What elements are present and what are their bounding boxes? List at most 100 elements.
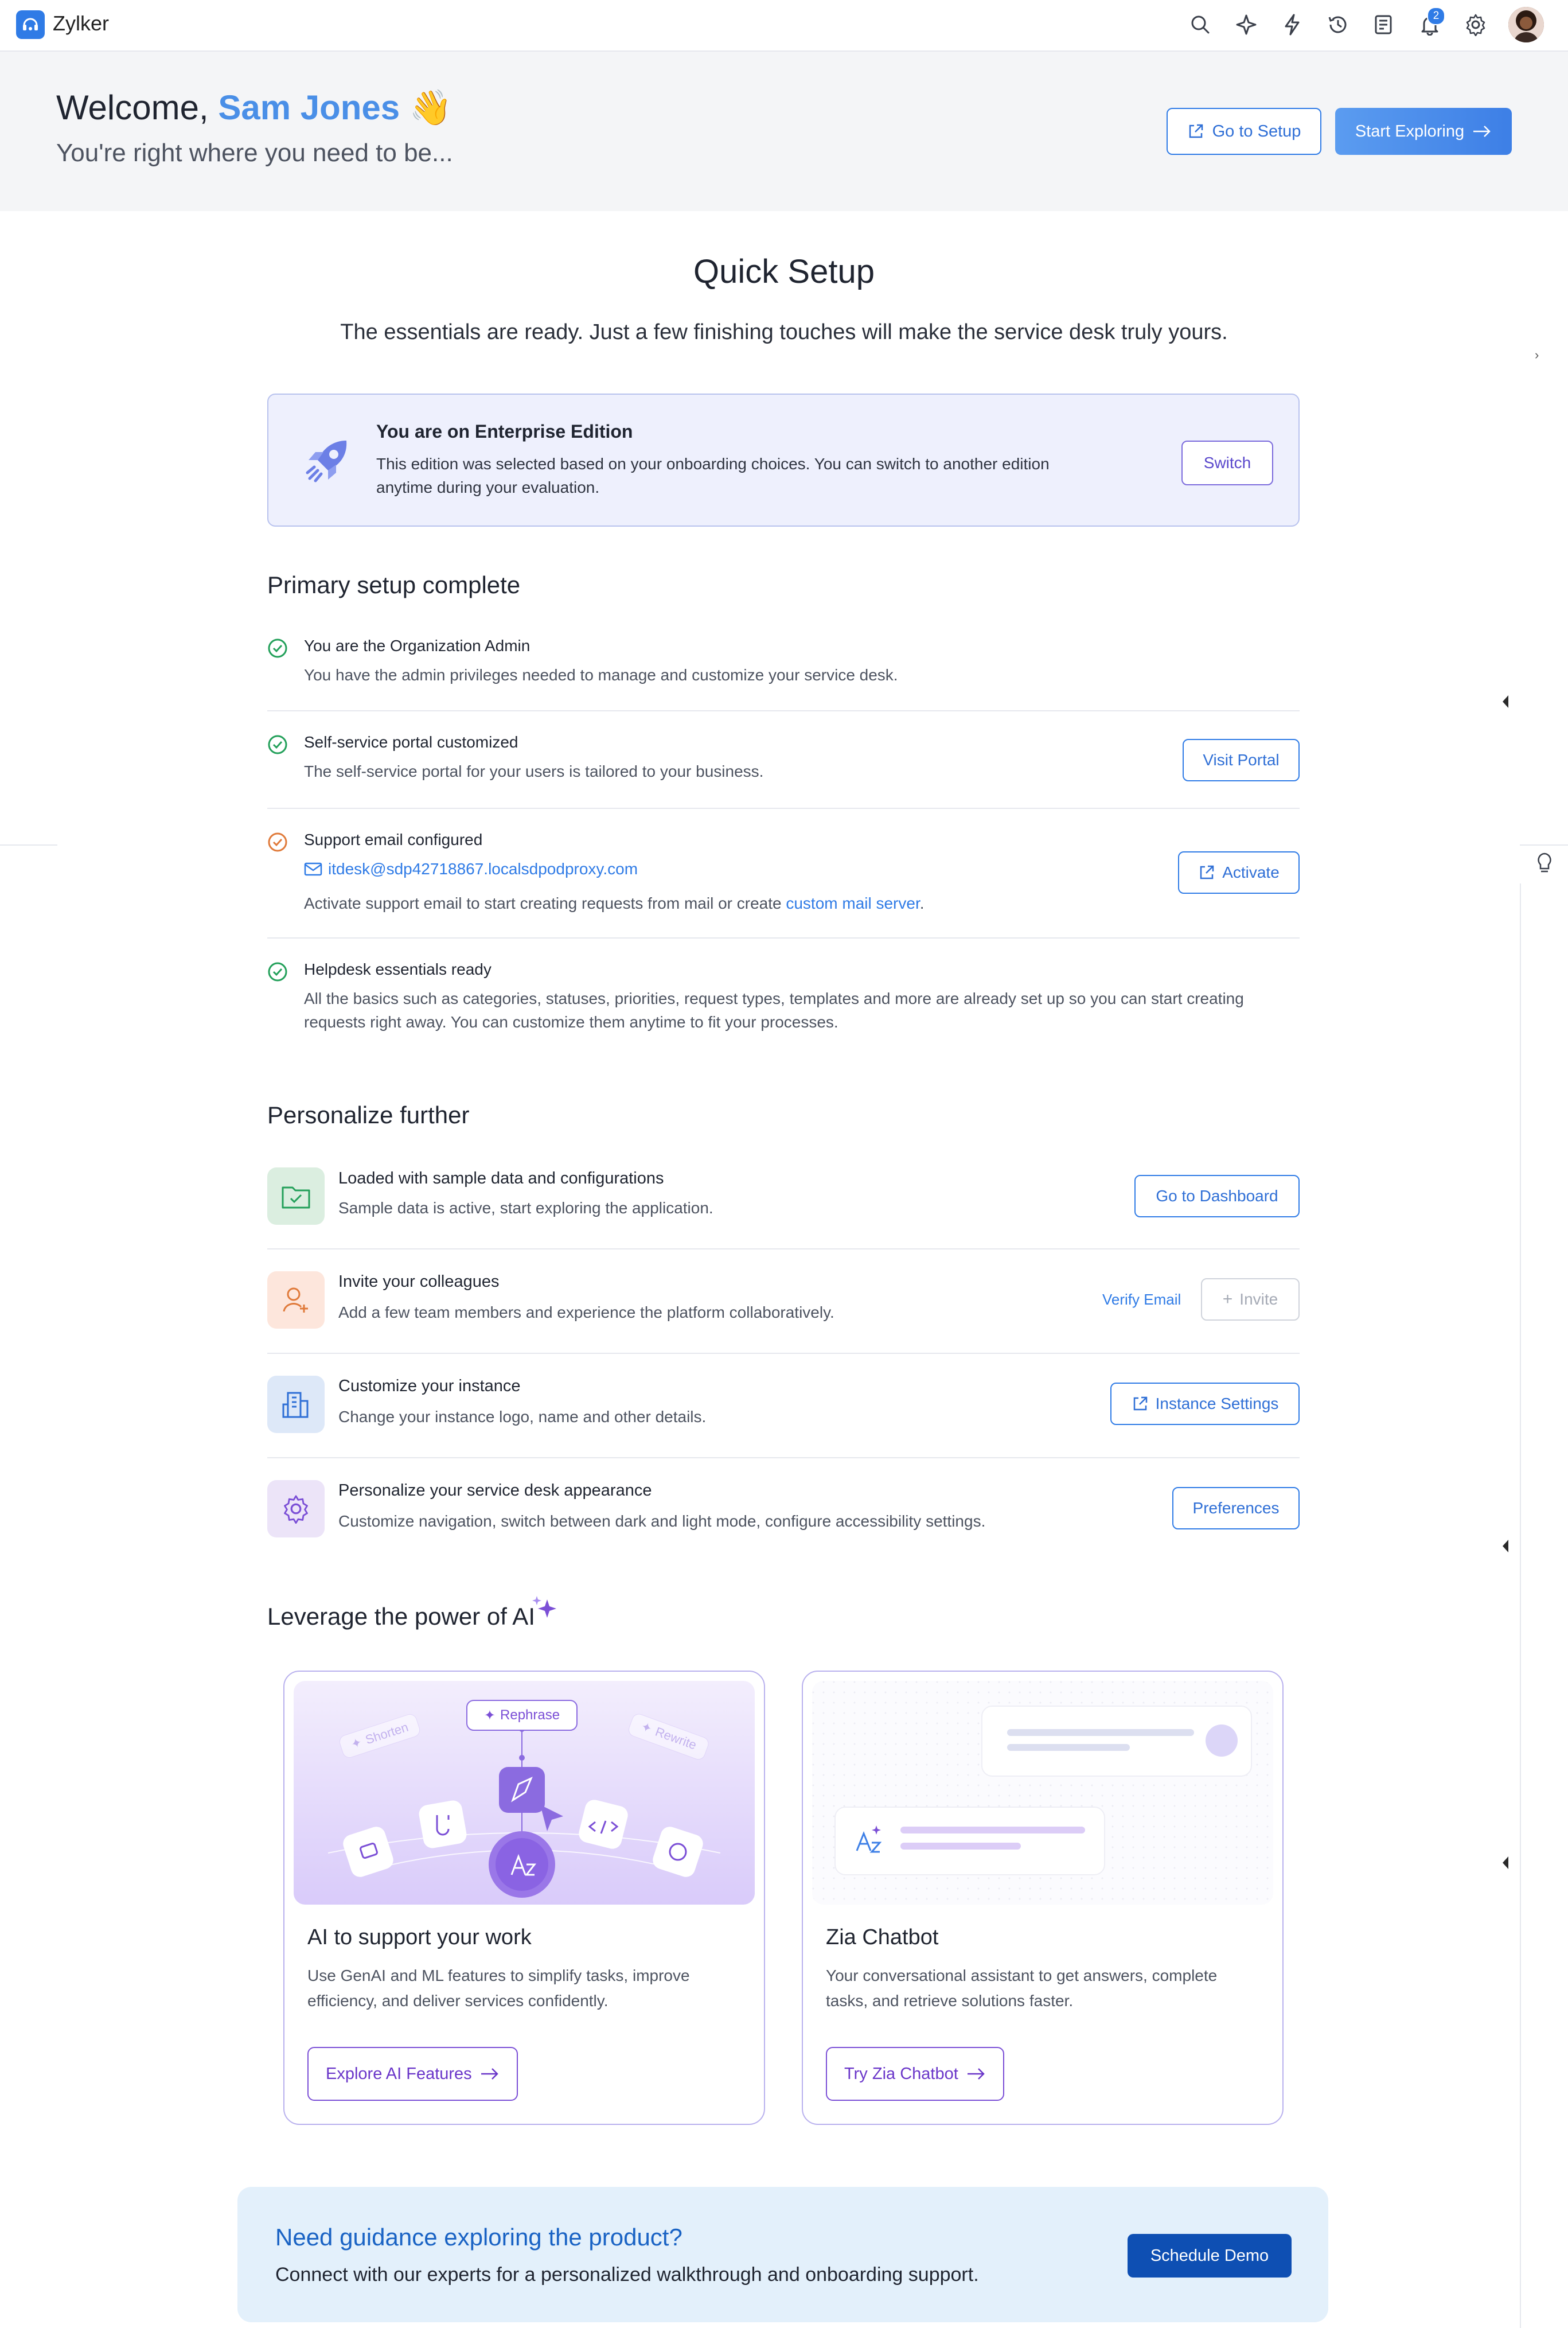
explore-ai-features-button[interactable]: Explore AI Features <box>307 2047 518 2101</box>
go-to-setup-label: Go to Setup <box>1212 122 1301 141</box>
explore-ai-label: Explore AI Features <box>326 2064 472 2083</box>
add-user-icon <box>267 1271 325 1329</box>
primary-item-helpdesk: Helpdesk essentials ready All the basics… <box>267 939 1300 1048</box>
mail-icon <box>304 862 322 875</box>
ai-features-illustration: ✦ Rephrase ✦ Shorten ✦ Rewrite <box>294 1681 755 1905</box>
schedule-demo-button[interactable]: Schedule Demo <box>1128 2234 1292 2278</box>
edition-banner: You are on Enterprise Edition This editi… <box>267 394 1300 527</box>
visit-portal-button[interactable]: Visit Portal <box>1183 739 1300 781</box>
go-to-dashboard-button[interactable]: Go to Dashboard <box>1134 1175 1300 1217</box>
activate-label: Activate <box>1222 863 1280 881</box>
divider-line <box>0 844 57 846</box>
collapse-handle-icon[interactable] <box>1500 693 1511 710</box>
invite-label: Invite <box>1239 1290 1278 1308</box>
notes-icon[interactable] <box>1371 11 1397 38</box>
primary-item-description: Activate support email to start creating… <box>304 892 925 915</box>
arrow-right-icon <box>1473 126 1491 137</box>
verify-email-link[interactable]: Verify Email <box>1102 1291 1181 1309</box>
collapse-handle-icon[interactable] <box>1500 1854 1511 1871</box>
primary-item-title: You are the Organization Admin <box>304 637 531 655</box>
ai-card-title: Zia Chatbot <box>826 1925 939 1949</box>
ai-sparkle-icon <box>532 1596 556 1618</box>
top-bar: Zylker 2 <box>0 0 1568 52</box>
personalize-item-instance: Customize your instance Change your inst… <box>267 1354 1300 1458</box>
app-logo-icon[interactable] <box>16 10 45 39</box>
personalize-item-sample-data: Loaded with sample data and configuratio… <box>267 1158 1300 1249</box>
primary-item-support-email: Support email configured itdesk@sdp42718… <box>267 809 1300 939</box>
invite-button-disabled[interactable]: + Invite <box>1201 1278 1300 1321</box>
preferences-button[interactable]: Preferences <box>1172 1487 1300 1529</box>
welcome-subtitle: You're right where you need to be... <box>56 139 453 167</box>
settings-gear-icon[interactable] <box>1462 11 1489 38</box>
support-email-line: itdesk@sdp42718867.localsdpodproxy.com <box>304 857 638 881</box>
notification-bell-icon[interactable]: 2 <box>1417 7 1445 38</box>
arrow-right-icon <box>481 2068 498 2080</box>
building-icon <box>267 1376 325 1433</box>
check-circle-icon <box>268 962 287 982</box>
custom-mail-server-link[interactable]: custom mail server <box>786 894 919 912</box>
ai-heading: Leverage the power of AI <box>267 1596 556 1630</box>
personalize-item-title: Customize your instance <box>338 1377 521 1395</box>
edition-description: This edition was selected based on your … <box>376 455 1050 496</box>
ai-features-card: ✦ Rephrase ✦ Shorten ✦ Rewrite AI to sup… <box>283 1671 765 2125</box>
app-name: Zylker <box>53 11 109 35</box>
welcome-title: Welcome, Sam Jones 👋 <box>56 87 453 128</box>
guidance-description: Connect with our experts for a personali… <box>275 2264 979 2286</box>
primary-item-description: You have the admin privileges needed to … <box>304 666 898 684</box>
switch-edition-button[interactable]: Switch <box>1181 441 1273 485</box>
zia-chatbot-illustration <box>812 1681 1273 1905</box>
collapse-handle-icon[interactable] <box>1500 1537 1511 1555</box>
support-email-desc-suffix: . <box>919 894 925 912</box>
primary-item-description: All the basics such as categories, statu… <box>304 990 1244 1031</box>
wave-emoji: 👋 <box>409 88 453 127</box>
notification-count-badge: 2 <box>1427 7 1445 25</box>
check-circle-icon <box>268 735 287 754</box>
external-link-icon <box>1133 1396 1147 1411</box>
personalize-heading: Personalize further <box>267 1101 470 1128</box>
sparkle-icon: ✦ <box>483 1707 496 1723</box>
zia-chatbot-card: Zia Chatbot Your conversational assistan… <box>802 1671 1284 2125</box>
personalize-item-description: Sample data is active, start exploring t… <box>338 1199 713 1217</box>
edition-title: You are on Enterprise Edition <box>376 421 633 442</box>
user-avatar[interactable] <box>1508 7 1544 42</box>
arrow-right-icon <box>967 2068 985 2080</box>
guidance-title: Need guidance exploring the product? <box>275 2224 682 2251</box>
sparkle-icon: ✦ <box>639 1719 654 1737</box>
side-panel-border <box>1520 883 1521 2328</box>
primary-item-admin: You are the Organization Admin You have … <box>267 631 1300 711</box>
pending-circle-icon <box>268 832 287 852</box>
support-email-address[interactable]: itdesk@sdp42718867.localsdpodproxy.com <box>328 857 638 881</box>
ai-sparkle-icon[interactable] <box>1233 11 1259 38</box>
welcome-banner: Welcome, Sam Jones 👋 You're right where … <box>0 52 1568 211</box>
rocket-icon <box>306 441 347 482</box>
start-exploring-button[interactable]: Start Exploring <box>1335 108 1512 155</box>
lightbulb-icon[interactable] <box>1535 851 1554 877</box>
personalize-item-description: Customize navigation, switch between dar… <box>338 1512 986 1530</box>
personalize-item-invite: Invite your colleagues Add a few team me… <box>267 1249 1300 1354</box>
instance-settings-button[interactable]: Instance Settings <box>1110 1383 1300 1425</box>
personalize-item-description: Add a few team members and experience th… <box>338 1303 834 1321</box>
check-circle-icon <box>268 639 287 658</box>
primary-item-title: Support email configured <box>304 831 483 848</box>
activate-email-button[interactable]: Activate <box>1178 851 1300 894</box>
history-icon[interactable] <box>1325 11 1351 38</box>
start-exploring-label: Start Exploring <box>1355 122 1465 141</box>
welcome-greeting: Welcome, <box>56 88 209 127</box>
edge-chevron-icon[interactable]: › <box>1535 348 1539 363</box>
quick-setup-title: Quick Setup <box>693 253 875 290</box>
external-link-icon <box>1189 124 1203 138</box>
personalize-item-description: Change your instance logo, name and othe… <box>338 1408 707 1426</box>
personalize-item-title: Invite your colleagues <box>338 1272 500 1291</box>
primary-setup-heading: Primary setup complete <box>267 571 521 598</box>
try-zia-chatbot-button[interactable]: Try Zia Chatbot <box>826 2047 1004 2101</box>
quick-setup-subtitle: The essentials are ready. Just a few fin… <box>340 320 1228 344</box>
folder-check-icon <box>267 1167 325 1225</box>
search-icon[interactable] <box>1187 11 1214 38</box>
primary-item-title: Self-service portal customized <box>304 733 518 751</box>
lightning-icon[interactable] <box>1279 11 1305 38</box>
external-link-icon <box>1200 865 1214 879</box>
personalize-item-appearance: Personalize your service desk appearance… <box>267 1458 1300 1556</box>
divider-line <box>1520 844 1568 846</box>
try-zia-label: Try Zia Chatbot <box>844 2064 958 2083</box>
go-to-setup-button[interactable]: Go to Setup <box>1167 108 1321 155</box>
